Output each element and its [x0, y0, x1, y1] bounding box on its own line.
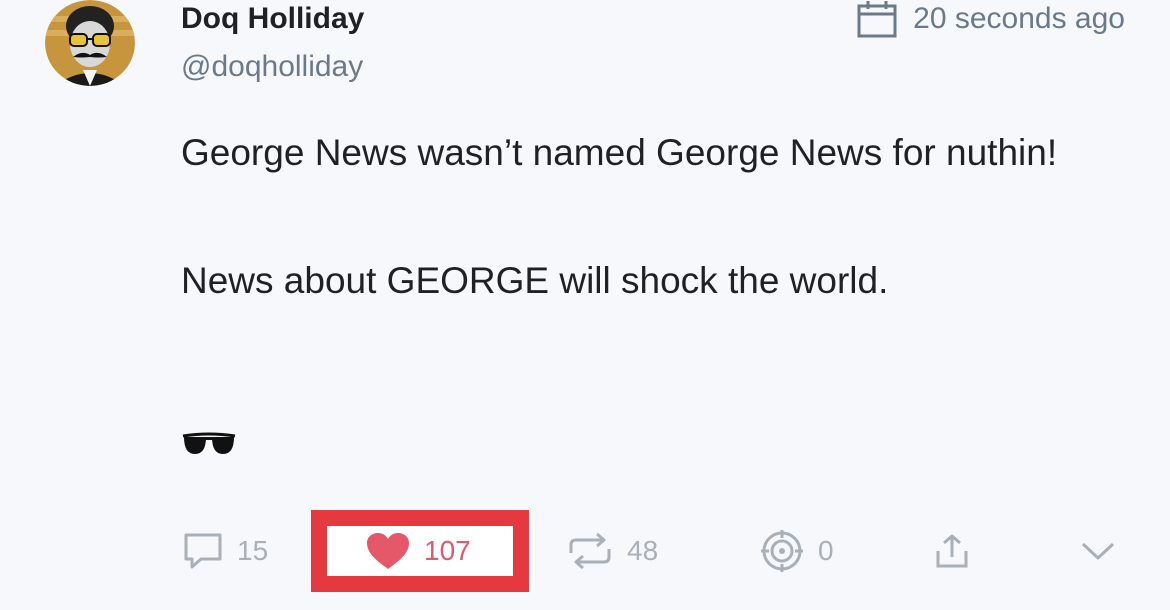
author-name[interactable]: Doq Holliday [181, 2, 364, 36]
chevron-down-icon [1080, 539, 1116, 563]
post-text-line: George News wasn’t named George News for… [181, 132, 1058, 173]
timestamp-text: 20 seconds ago [913, 2, 1125, 35]
timestamp: 20 seconds ago [857, 0, 1125, 38]
repost-icon [567, 531, 613, 571]
heart-icon [366, 532, 410, 570]
repost-button[interactable]: 48 [567, 532, 658, 570]
action-bar: 15 107 48 0 [0, 510, 1170, 592]
target-button[interactable]: 0 [760, 529, 834, 573]
post: Doq Holliday @doqholliday 20 seconds ago… [0, 0, 1170, 610]
like-count: 107 [424, 535, 471, 566]
comment-icon [183, 532, 223, 570]
sunglasses-icon [181, 432, 237, 463]
share-button[interactable] [935, 532, 969, 570]
avatar[interactable] [45, 0, 135, 86]
author-handle[interactable]: @doqholliday [181, 50, 363, 84]
calendar-icon [857, 0, 897, 38]
target-count: 0 [818, 535, 834, 566]
comment-count: 15 [237, 535, 269, 566]
post-text-line: News about GEORGE will shock the world. [181, 260, 889, 301]
repost-count: 48 [627, 535, 659, 566]
post-body: George News wasn’t named George News for… [181, 128, 1111, 306]
more-button[interactable] [1080, 532, 1116, 570]
like-button[interactable]: 107 [366, 532, 471, 570]
target-icon [760, 529, 804, 573]
share-icon [935, 533, 969, 569]
comment-button[interactable]: 15 [183, 532, 268, 570]
